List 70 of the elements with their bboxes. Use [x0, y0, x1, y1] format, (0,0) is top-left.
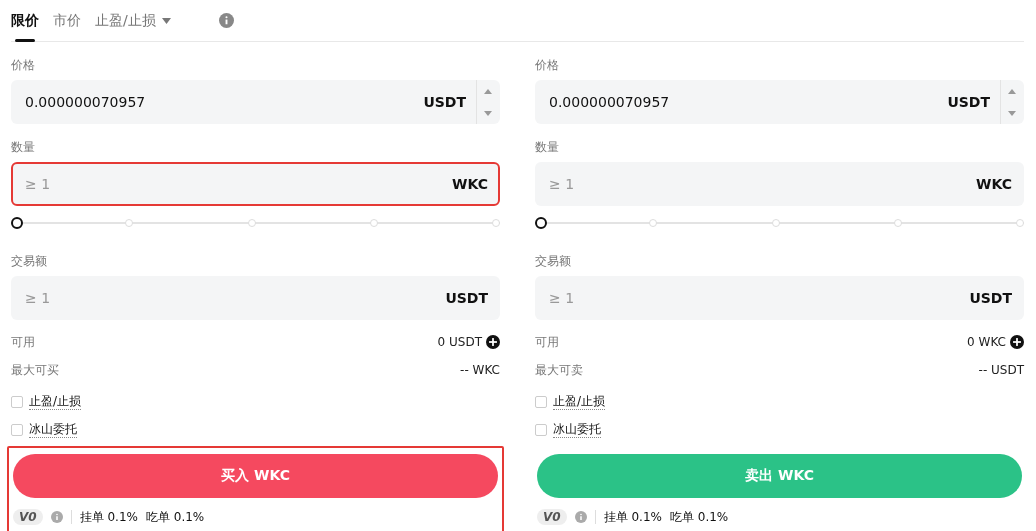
option-label: 止盈/止损 [29, 394, 82, 410]
slider-tick[interactable] [649, 219, 658, 227]
unit-label: USDT [445, 290, 489, 306]
field-value[interactable]: ≥ 1 [23, 175, 453, 193]
field-label: 价格 [11, 58, 36, 72]
fee-rate: 吃单 0.1% [145, 508, 205, 526]
caret-icon [161, 17, 171, 24]
checkbox[interactable] [535, 424, 547, 436]
input-field[interactable]: 0.000000070957 USDT [535, 80, 1024, 124]
fee-rate: 挂单 0.1% [603, 508, 662, 526]
slider-tick[interactable] [893, 219, 902, 227]
field-value[interactable]: ≥ 1 [547, 289, 970, 307]
slider-tick[interactable] [247, 219, 256, 227]
option-label: 止盈/止损 [553, 394, 606, 410]
field-value[interactable]: 0.000000070957 [23, 93, 424, 111]
down-arrow-icon[interactable] [1007, 110, 1016, 116]
field-value[interactable]: ≥ 1 [23, 289, 446, 307]
add-icon[interactable] [486, 335, 500, 349]
input-field[interactable]: 0.000000070957 USDT [11, 80, 500, 124]
order-type-tab[interactable]: 止盈/止损 [95, 0, 171, 42]
up-arrow-icon[interactable] [1007, 88, 1016, 94]
fee-rate: 吃单 0.1% [669, 508, 729, 526]
input-field[interactable]: ≥ 1 WKC [535, 162, 1024, 206]
slider-handle[interactable] [535, 217, 547, 229]
field-label: 价格 [535, 58, 560, 72]
unit-label: USDT [947, 94, 991, 110]
slider-tick[interactable] [1016, 219, 1024, 227]
unit-label: WKC [976, 176, 1013, 192]
input-field[interactable]: ≥ 1 USDT [11, 276, 500, 320]
field-value[interactable]: 0.000000070957 [547, 93, 948, 111]
add-icon[interactable] [1010, 335, 1024, 349]
input-field[interactable]: ≥ 1 USDT [535, 276, 1024, 320]
slider-tick[interactable] [369, 219, 378, 227]
unit-label: USDT [423, 94, 467, 110]
stat-label: 可用 [535, 333, 559, 351]
up-arrow-icon[interactable] [483, 88, 492, 94]
field-label: 交易额 [535, 254, 572, 268]
field-label: 交易额 [11, 254, 48, 268]
slider-handle[interactable] [11, 217, 23, 229]
down-arrow-icon[interactable] [483, 110, 492, 116]
option-label: 冰山委托 [29, 422, 77, 438]
stat-value: -- WKC [460, 363, 500, 377]
order-type-tab[interactable]: 市价 [53, 0, 81, 42]
info-icon [50, 511, 63, 523]
order-button[interactable]: 买入 WKC [13, 454, 498, 498]
fee-rate: 挂单 0.1% [79, 508, 138, 526]
slider-tick[interactable] [492, 219, 500, 227]
slider-tick[interactable] [771, 219, 780, 227]
slider-tick[interactable] [125, 219, 134, 227]
checkbox[interactable] [11, 424, 23, 436]
tier-badge: V0 [537, 509, 567, 525]
stat-label: 最大可卖 [535, 361, 583, 379]
stat-label: 最大可买 [11, 361, 59, 379]
order-type-tab[interactable]: 限价 [11, 0, 39, 42]
info-icon[interactable] [218, 13, 234, 28]
stat-value: 0 USDT [437, 335, 482, 349]
field-label: 数量 [535, 140, 560, 154]
info-icon [574, 511, 587, 523]
field-value[interactable]: ≥ 1 [547, 175, 977, 193]
unit-label: USDT [969, 290, 1013, 306]
stat-value: -- USDT [978, 363, 1024, 377]
field-label: 数量 [11, 140, 36, 154]
checkbox[interactable] [535, 396, 547, 408]
stat-value: 0 WKC [967, 335, 1006, 349]
option-label: 冰山委托 [553, 422, 601, 438]
stat-label: 可用 [11, 333, 35, 351]
input-field[interactable]: ≥ 1 WKC [11, 162, 500, 206]
unit-label: WKC [452, 176, 489, 192]
tier-badge: V0 [13, 509, 43, 525]
checkbox[interactable] [11, 396, 23, 408]
